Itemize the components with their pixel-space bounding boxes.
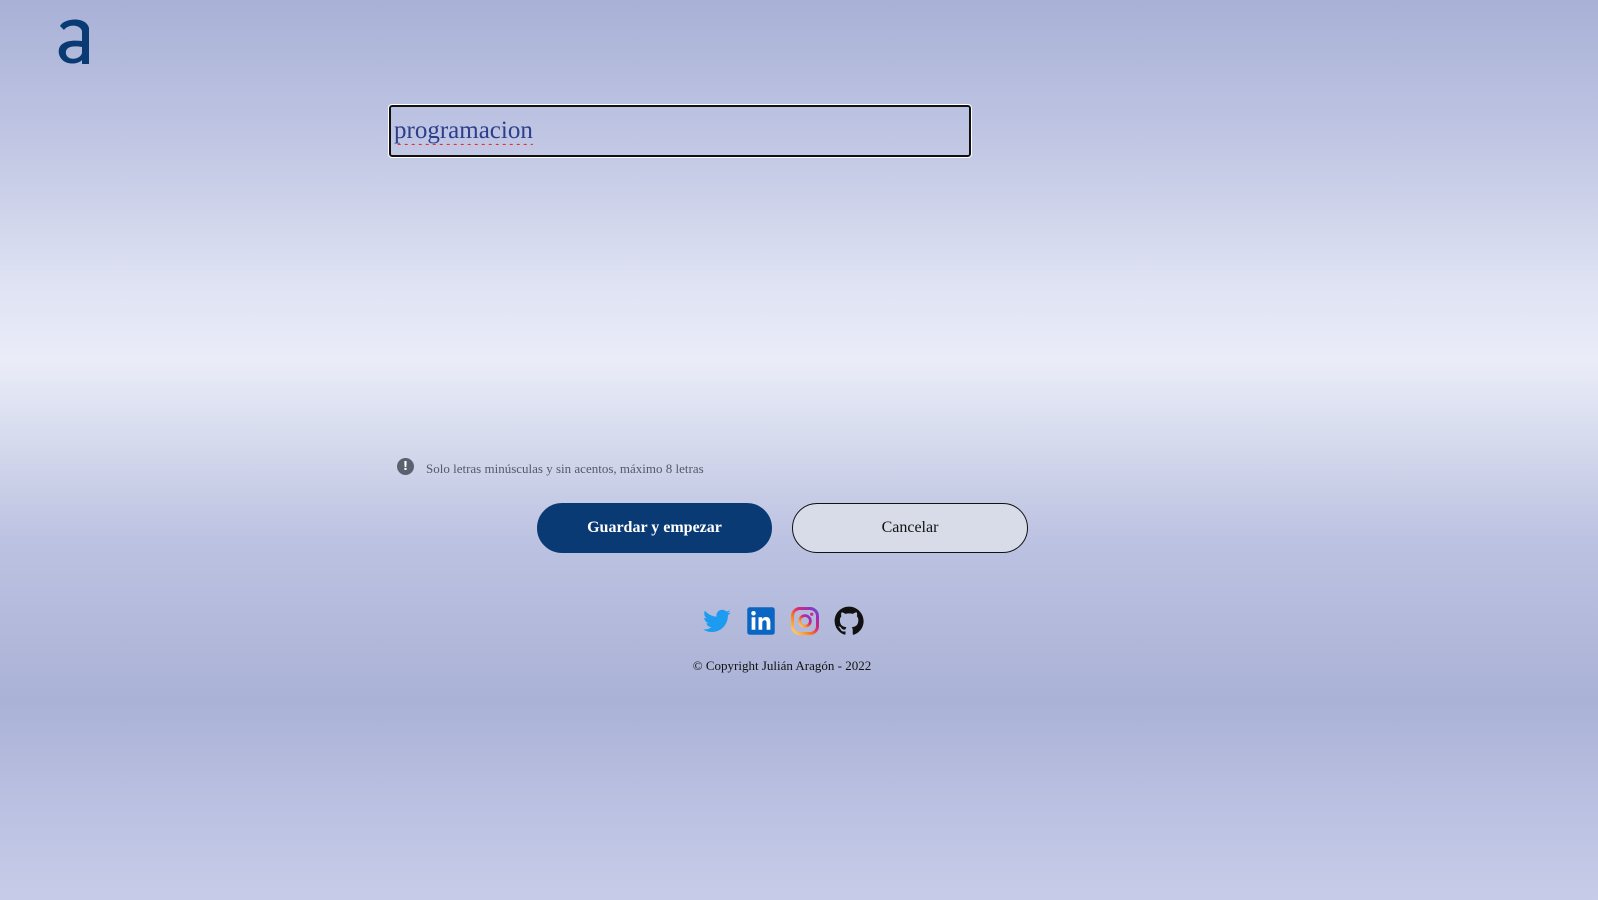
twitter-link[interactable] (702, 606, 732, 636)
hint: ! Solo letras minúsculas y sin acentos, … (397, 457, 704, 477)
logo-a-icon (58, 19, 89, 64)
cancel-button[interactable]: Cancelar (792, 503, 1028, 553)
exclamation-circle-icon: ! (397, 457, 414, 475)
word-input[interactable] (388, 104, 972, 158)
github-icon (834, 606, 864, 635)
instagram-icon (791, 607, 819, 635)
instagram-link[interactable] (790, 606, 820, 636)
linkedin-link[interactable] (746, 606, 776, 636)
github-link[interactable] (834, 606, 864, 636)
copyright-text: © Copyright Julián Aragón - 2022 (692, 658, 872, 673)
social-links (702, 606, 864, 636)
hint-text: Solo letras minúsculas y sin acentos, má… (426, 461, 704, 476)
save-and-start-button[interactable]: Guardar y empezar (537, 503, 772, 553)
twitter-icon (703, 609, 731, 632)
linkedin-icon (747, 607, 775, 635)
